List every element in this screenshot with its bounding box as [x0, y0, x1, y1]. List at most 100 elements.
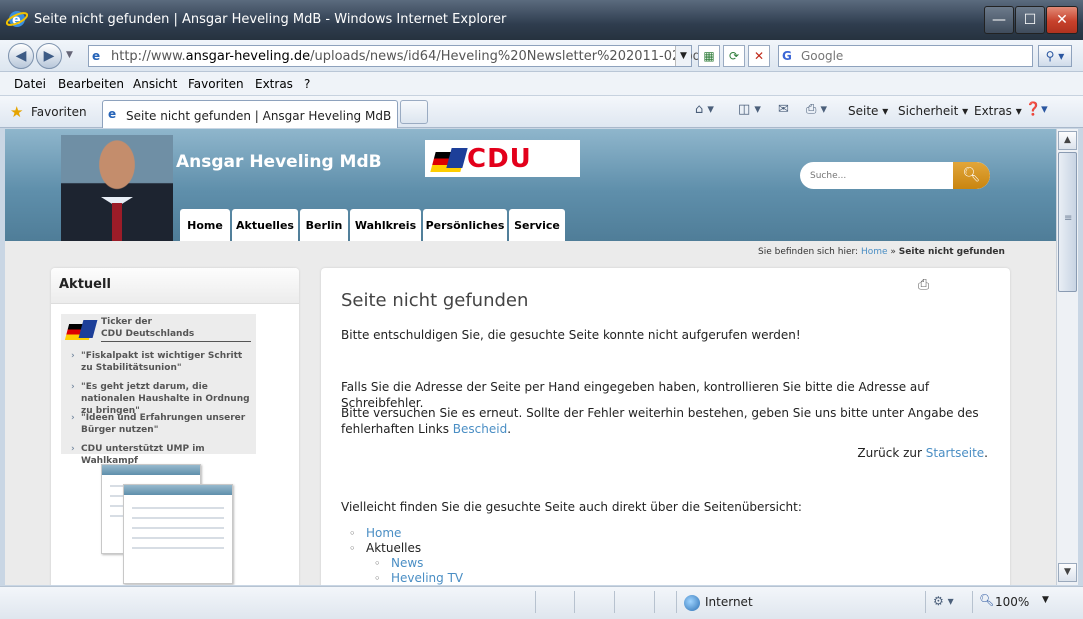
browser-search-box[interactable]: G — [778, 45, 1033, 67]
preview-page — [123, 484, 233, 584]
site-header: Ansgar Heveling MdB CDU 🔍︎ Home Aktuelle… — [5, 129, 1056, 241]
address-dropdown-icon[interactable]: ▼ — [675, 46, 691, 66]
sitemap-home-link[interactable]: Home — [366, 526, 401, 540]
status-divider — [925, 591, 926, 613]
home-icon[interactable]: ⌂ ▾ — [695, 102, 714, 117]
security-zone[interactable]: Internet — [705, 595, 753, 609]
back-text-end: . — [984, 446, 988, 460]
command-extras[interactable]: Extras ▾ — [974, 104, 1022, 118]
nav-home[interactable]: Home — [180, 209, 230, 241]
bescheid-link[interactable]: Bescheid — [453, 422, 507, 436]
zoom-icon[interactable]: 🔍︎ — [979, 593, 994, 607]
menu-bearbeiten[interactable]: Bearbeiten — [58, 77, 124, 91]
nav-berlin[interactable]: Berlin — [300, 209, 348, 241]
tab-active[interactable]: e Seite nicht gefunden | Ansgar Heveling… — [102, 100, 398, 128]
ticker-heading-line2: CDU Deutschlands — [101, 329, 195, 339]
breadcrumb-home-link[interactable]: Home — [861, 247, 888, 257]
site-name[interactable]: Ansgar Heveling MdB — [176, 152, 382, 172]
browser-search-input[interactable] — [801, 48, 1026, 64]
menu-help[interactable]: ? — [304, 77, 310, 91]
chevron-right-icon: › — [71, 382, 75, 392]
ticker-item-text: "Fiskalpakt ist wichtiger Schritt zu Sta… — [81, 351, 243, 373]
sitemap-intro: Vielleicht finden Sie die gesuchte Seite… — [341, 500, 802, 514]
scroll-down-icon[interactable]: ▼ — [1058, 563, 1077, 582]
mail-icon[interactable]: ✉ — [778, 102, 789, 117]
nav-wahlkreis[interactable]: Wahlkreis — [350, 209, 421, 241]
nav-persoenliches[interactable]: Persönliches — [423, 209, 507, 241]
sitemap-item[interactable]: Heveling TV — [374, 571, 463, 585]
feeds-icon[interactable]: ◫ ▾ — [738, 102, 761, 117]
favorites-button[interactable]: Favoriten — [31, 105, 87, 119]
portrait-tie — [112, 203, 122, 241]
print-icon[interactable]: ⎙ ▾ — [806, 102, 827, 117]
back-text: Zurück zur — [857, 446, 926, 460]
ticker-item[interactable]: › "Ideen und Erfahrungen unserer Bürger n… — [71, 412, 251, 436]
breadcrumb-current: Seite nicht gefunden — [898, 247, 1005, 257]
scroll-thumb[interactable] — [1058, 152, 1077, 292]
new-tab-button[interactable] — [400, 100, 428, 124]
print-page-icon[interactable]: ⎙ — [918, 277, 936, 293]
newsletter-preview-image[interactable] — [101, 464, 241, 584]
zoom-level[interactable]: 100% — [995, 595, 1029, 609]
search-go-button[interactable]: ⚲ ▾ — [1038, 45, 1072, 67]
back-to-start: Zurück zur Startseite. — [857, 446, 988, 460]
breadcrumb-prefix: Sie befinden sich hier: — [758, 247, 859, 257]
recent-pages-chevron-icon[interactable]: ▼ — [66, 50, 73, 60]
minimize-button[interactable]: — — [984, 6, 1014, 34]
sitemap-item[interactable]: News — [374, 556, 463, 571]
site-search-button[interactable]: 🔍︎ — [953, 162, 990, 189]
retry-text-body: Bitte versuchen Sie es erneut. Sollte de… — [341, 406, 979, 436]
tab-label: Seite nicht gefunden | Ansgar Heveling M… — [126, 109, 392, 123]
protected-mode-icon[interactable]: ⚙ ▾ — [933, 594, 954, 608]
status-divider — [972, 591, 973, 613]
back-button[interactable]: ◀ — [8, 43, 34, 69]
refresh-icon[interactable]: ⟳ — [723, 45, 745, 67]
menu-datei[interactable]: Datei — [14, 77, 46, 91]
menu-extras[interactable]: Extras — [255, 77, 293, 91]
command-sicherheit[interactable]: Sicherheit ▾ — [898, 104, 968, 118]
window-title: Seite nicht gefunden | Ansgar Heveling M… — [34, 12, 507, 27]
address-toolbar: ◀ ▶ ▼ e http://www.ansgar-heveling.de/up… — [0, 40, 1083, 72]
url-text[interactable]: http://www.ansgar-heveling.de/uploads/ne… — [111, 49, 706, 64]
intro-text: Bitte entschuldigen Sie, die gesuchte Se… — [341, 328, 801, 342]
sidebar-title: Aktuell — [59, 277, 111, 292]
status-divider — [535, 591, 536, 613]
scroll-up-icon[interactable]: ▲ — [1058, 131, 1077, 150]
menu-favoriten[interactable]: Favoriten — [188, 77, 244, 91]
command-seite[interactable]: Seite ▾ — [848, 104, 888, 118]
ticker-item[interactable]: › "Fiskalpakt ist wichtiger Schritt zu St… — [71, 350, 251, 374]
sitemap-item: Aktuelles — [349, 541, 463, 556]
compatibility-view-icon[interactable]: ▦ — [698, 45, 720, 67]
chevron-right-icon: › — [71, 413, 75, 423]
url-prefix: http://www. — [111, 49, 186, 64]
retry-text: Bitte versuchen Sie es erneut. Sollte de… — [341, 405, 981, 437]
forward-button[interactable]: ▶ — [36, 43, 62, 69]
ticker-divider — [101, 341, 251, 342]
close-button[interactable]: ✕ — [1046, 6, 1078, 34]
site-search-input[interactable] — [810, 168, 950, 183]
sitemap-item[interactable]: Home — [349, 526, 463, 541]
nav-aktuelles[interactable]: Aktuelles — [232, 209, 298, 241]
page-viewport: Ansgar Heveling MdB CDU 🔍︎ Home Aktuelle… — [5, 129, 1056, 585]
cdu-logo[interactable]: CDU — [425, 140, 580, 177]
help-icon[interactable]: ❓▾ — [1025, 102, 1048, 117]
google-icon: G — [782, 49, 792, 63]
page-favicon-icon: e — [92, 49, 101, 63]
favorites-star-icon[interactable]: ★ — [10, 103, 23, 121]
tab-ie-icon: e — [108, 107, 117, 121]
search-icon: ⚲ ▾ — [1045, 49, 1065, 63]
cdu-logo-text: CDU — [467, 144, 532, 174]
main-content: Seite nicht gefunden ⎙ Bitte entschuldig… — [321, 268, 1010, 585]
nav-service[interactable]: Service — [509, 209, 565, 241]
ticker-heading-line1: Ticker der — [101, 317, 152, 327]
sitemap-news-link[interactable]: News — [391, 556, 423, 570]
vertical-scrollbar[interactable]: ▲ ▼ — [1056, 129, 1078, 585]
menu-ansicht[interactable]: Ansicht — [133, 77, 177, 91]
sitemap-heveling-tv-link[interactable]: Heveling TV — [391, 571, 463, 585]
stop-icon[interactable]: ✕ — [748, 45, 770, 67]
startseite-link[interactable]: Startseite — [926, 446, 984, 460]
address-field[interactable]: e http://www.ansgar-heveling.de/uploads/… — [88, 45, 706, 67]
maximize-button[interactable]: ☐ — [1015, 6, 1045, 34]
back-arrow-icon: ◀ — [15, 48, 27, 64]
zoom-dropdown-icon[interactable]: ▼ — [1042, 595, 1049, 605]
